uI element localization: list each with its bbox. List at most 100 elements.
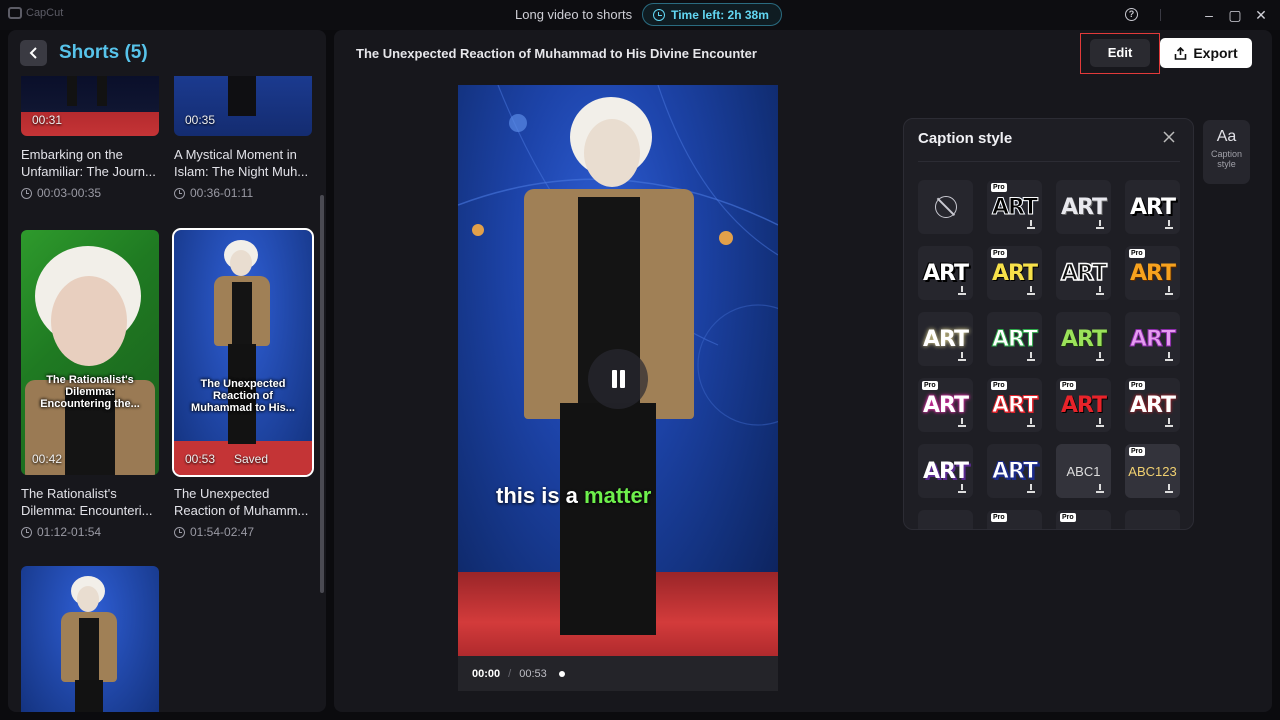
caption-style-tile[interactable]: ART xyxy=(918,246,973,300)
download-icon xyxy=(1165,286,1173,295)
pause-button[interactable] xyxy=(588,349,648,409)
caption-style-tile[interactable] xyxy=(1125,510,1180,530)
caption-style-sample: ART xyxy=(992,261,1037,286)
short-card[interactable] xyxy=(21,566,159,712)
export-label: Export xyxy=(1193,45,1237,61)
caption-style-tile[interactable]: ARTPro xyxy=(1125,246,1180,300)
caption-style-tile[interactable]: ARTPro xyxy=(1125,378,1180,432)
seek-handle[interactable] xyxy=(559,671,565,677)
caption-style-tile[interactable]: ART xyxy=(1056,312,1111,366)
time-left-label: Time left: 2h 38m xyxy=(671,8,769,22)
caption-style-tile[interactable]: ART xyxy=(918,312,973,366)
shorts-title: Shorts (5) xyxy=(59,42,148,64)
caption-style-tile[interactable]: ABC1 xyxy=(1056,444,1111,498)
clock-icon xyxy=(174,527,185,538)
close-window-icon[interactable]: ✕ xyxy=(1252,6,1270,24)
caption-style-tile[interactable]: Pro xyxy=(1056,510,1111,530)
download-icon xyxy=(1027,418,1035,427)
caption-style-sample: ART xyxy=(923,459,968,484)
edit-button[interactable]: Edit xyxy=(1090,39,1150,67)
duration-label: 00:31 xyxy=(32,113,62,127)
caption-style-tile[interactable]: ART xyxy=(1125,312,1180,366)
short-card[interactable]: The Rationalist's Dilemma: Encountering … xyxy=(21,230,159,539)
download-icon xyxy=(1096,286,1104,295)
caption-style-none-tile[interactable] xyxy=(918,180,973,234)
shorts-list[interactable]: 00:31 Embarking on the Unfamiliar: The J… xyxy=(8,76,326,712)
caption-style-sample: ART xyxy=(1061,393,1106,418)
pro-badge: Pro xyxy=(991,249,1007,258)
caption-style-tile[interactable]: ART xyxy=(987,444,1042,498)
preview-panel: The Unexpected Reaction of Muhammad to H… xyxy=(334,30,1272,712)
shorts-scrollbar[interactable] xyxy=(320,195,324,593)
caption-style-tile[interactable]: ART xyxy=(918,444,973,498)
caption-style-tile[interactable]: ART xyxy=(1125,180,1180,234)
caption-style-panel: Caption style ARTProARTARTARTARTProARTAR… xyxy=(903,118,1194,530)
download-icon xyxy=(1165,418,1173,427)
window-title: Long video to shorts xyxy=(515,7,632,22)
download-icon xyxy=(1165,352,1173,361)
short-thumbnail[interactable]: The Unexpected Reaction of Muhammad to H… xyxy=(174,230,312,475)
minimize-icon[interactable]: – xyxy=(1200,6,1218,24)
caption-style-tile[interactable]: ART Pro xyxy=(987,246,1042,300)
caption-style-tile[interactable]: ARTPro xyxy=(987,180,1042,234)
caption-style-sample: ART xyxy=(923,261,968,286)
close-icon[interactable] xyxy=(1161,129,1177,145)
short-thumbnail[interactable]: 00:35 xyxy=(174,76,312,136)
time-range-label: 01:12-01:54 xyxy=(37,525,101,539)
capcut-logo-icon xyxy=(8,7,22,19)
maximize-icon[interactable]: ▢ xyxy=(1226,6,1244,24)
download-icon xyxy=(1096,484,1104,493)
caption-style-sample: ART xyxy=(992,459,1037,484)
caption-style-tile[interactable]: ABC123Pro xyxy=(1125,444,1180,498)
time-separator: / xyxy=(508,668,511,680)
short-title: The Rationalist's Dilemma: Encounteri... xyxy=(21,485,171,519)
caption-style-tile[interactable]: ART Pro xyxy=(918,378,973,432)
download-icon xyxy=(958,352,966,361)
back-button[interactable] xyxy=(20,40,47,66)
short-time-range: 00:03-00:35 xyxy=(21,186,159,200)
short-thumbnail[interactable]: The Rationalist's Dilemma: Encountering … xyxy=(21,230,159,475)
app-logo: CapCut xyxy=(8,7,63,19)
caption-style-sample: ART xyxy=(1061,327,1106,352)
caption-style-rail-button[interactable]: Aa Caption style xyxy=(1203,120,1250,184)
caption-style-tile[interactable]: ART xyxy=(987,312,1042,366)
caption-style-sample: ART xyxy=(1061,261,1106,286)
download-icon xyxy=(1096,418,1104,427)
caption-style-sample: ART xyxy=(923,393,968,418)
caption-style-sample: ART xyxy=(1130,327,1175,352)
short-thumbnail[interactable]: 00:31 xyxy=(21,76,159,136)
caption-text: this is a xyxy=(496,483,578,508)
short-card-selected[interactable]: The Unexpected Reaction of Muhammad to H… xyxy=(174,230,312,539)
pro-badge: Pro xyxy=(991,513,1007,522)
caption-divider xyxy=(918,161,1180,162)
thumbnail-caption: The Unexpected Reaction of Muhammad to H… xyxy=(174,378,312,414)
caption-style-tile[interactable]: ART xyxy=(1056,246,1111,300)
short-card[interactable]: 00:31 Embarking on the Unfamiliar: The J… xyxy=(21,76,159,200)
clock-icon xyxy=(21,188,32,199)
pro-badge: Pro xyxy=(922,381,938,390)
video-preview[interactable]: this is a matter xyxy=(458,85,778,656)
pro-badge: Pro xyxy=(991,381,1007,390)
download-icon xyxy=(1096,352,1104,361)
duration-label: 00:42 xyxy=(32,452,62,466)
caption-style-tile[interactable] xyxy=(918,510,973,530)
thumbnail-caption: The Rationalist's Dilemma: Encountering … xyxy=(21,374,159,410)
time-range-label: 00:03-00:35 xyxy=(37,186,101,200)
clock-icon xyxy=(21,527,32,538)
caption-highlight: matter xyxy=(584,483,651,508)
total-time: 00:53 xyxy=(519,668,547,680)
time-left-badge[interactable]: Time left: 2h 38m xyxy=(642,3,782,26)
help-icon[interactable]: ? xyxy=(1125,8,1138,21)
caption-style-sample: ART xyxy=(1130,393,1175,418)
export-button[interactable]: Export xyxy=(1160,38,1252,68)
caption-style-tile[interactable]: ARTPro xyxy=(987,378,1042,432)
caption-style-tile[interactable]: ARTPro xyxy=(1056,378,1111,432)
short-card[interactable]: 00:35 A Mystical Moment in Islam: The Ni… xyxy=(174,76,312,200)
caption-style-sample: ART xyxy=(923,327,968,352)
time-range-label: 00:36-01:11 xyxy=(190,186,253,200)
short-thumbnail[interactable] xyxy=(21,566,159,712)
caption-style-sample: ART xyxy=(1061,195,1106,220)
caption-style-tile[interactable]: Pro xyxy=(987,510,1042,530)
caption-style-tile[interactable]: ART xyxy=(1056,180,1111,234)
app-name: CapCut xyxy=(26,7,63,19)
